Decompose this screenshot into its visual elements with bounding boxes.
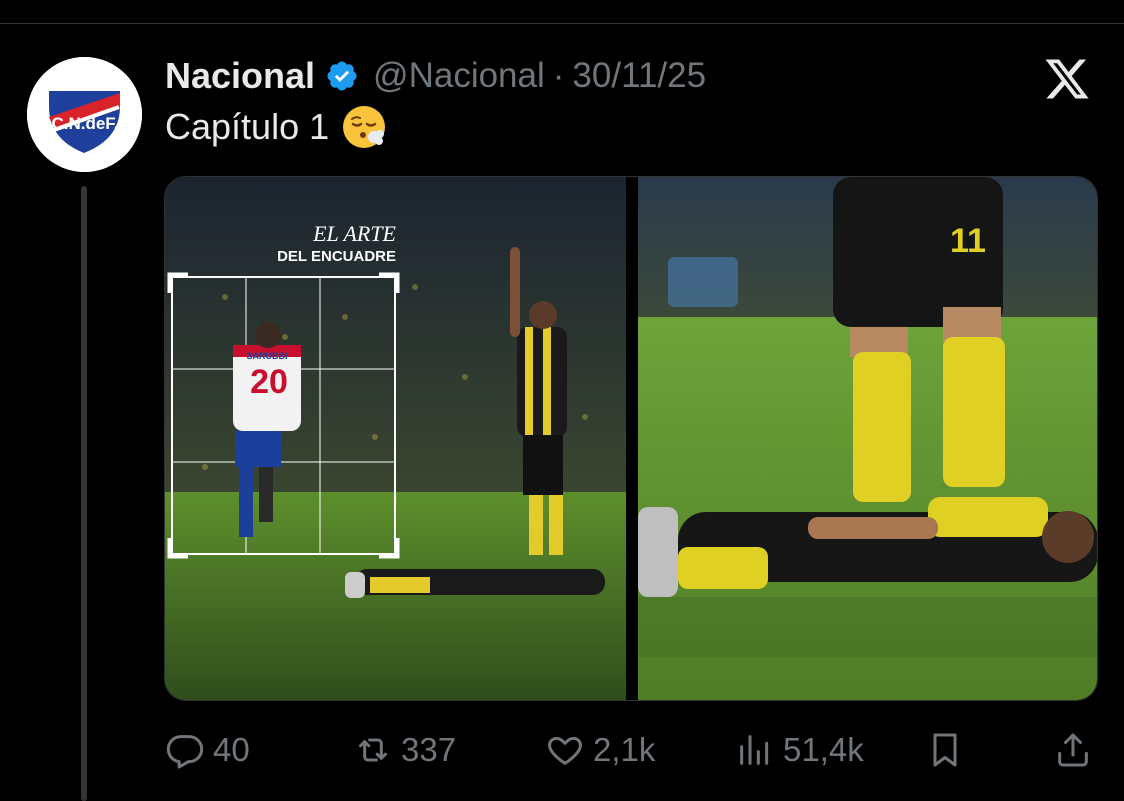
avatar[interactable]: C.N.deF. (27, 57, 142, 172)
overlay-title-line2: DEL ENCUADRE (277, 248, 396, 265)
reply-count: 40 (213, 731, 250, 768)
share-button[interactable] (1053, 722, 1101, 778)
top-divider (0, 23, 1124, 24)
bookmark-icon (933, 733, 957, 767)
separator-dot: · (552, 56, 565, 95)
views-count: 51,4k (783, 731, 864, 768)
reply-icon (166, 735, 204, 769)
views-chart-icon (740, 735, 769, 765)
crest-text: C.N.deF. (51, 114, 118, 133)
views-button[interactable]: 51,4k (735, 722, 864, 778)
tweet-body: Capítulo 1 (165, 106, 330, 147)
thread-line (81, 186, 87, 801)
heart-icon (548, 736, 582, 765)
player-number-text: 20 (250, 363, 288, 401)
x-logo-icon[interactable] (1042, 55, 1092, 103)
tweet-text: Capítulo 1 (165, 104, 387, 150)
reply-button[interactable]: 40 (165, 722, 250, 778)
player-name-text: SARUBBI (246, 351, 287, 361)
media-image-left[interactable]: SARUBBI 20 EL ARTE DEL ENCUADRE (165, 177, 626, 700)
repost-icon (359, 738, 387, 762)
verified-badge-icon (325, 59, 359, 93)
club-crest-icon: C.N.deF. (27, 57, 142, 172)
exhale-face-emoji-icon (341, 104, 387, 150)
overlay-title-line1: EL ARTE (312, 221, 396, 246)
author-name[interactable]: Nacional (165, 55, 315, 97)
repost-count: 337 (401, 731, 457, 768)
author-handle[interactable]: @Nacional (373, 56, 545, 96)
right-player-number-text: 11 (950, 222, 986, 260)
share-icon (1058, 733, 1088, 767)
tweet-header: Nacional @Nacional · 30/11/25 (165, 52, 706, 100)
repost-button[interactable]: 337 (353, 722, 456, 778)
action-bar: 40 337 2,1k 51,4k (165, 722, 1095, 778)
like-count: 2,1k (593, 731, 656, 768)
media-image-right[interactable]: 11 (638, 177, 1097, 700)
media-grid[interactable]: SARUBBI 20 EL ARTE DEL ENCUADRE 11 (164, 176, 1098, 701)
bookmark-button[interactable] (925, 722, 973, 778)
tweet-date[interactable]: 30/11/25 (572, 56, 706, 96)
like-button[interactable]: 2,1k (545, 722, 655, 778)
